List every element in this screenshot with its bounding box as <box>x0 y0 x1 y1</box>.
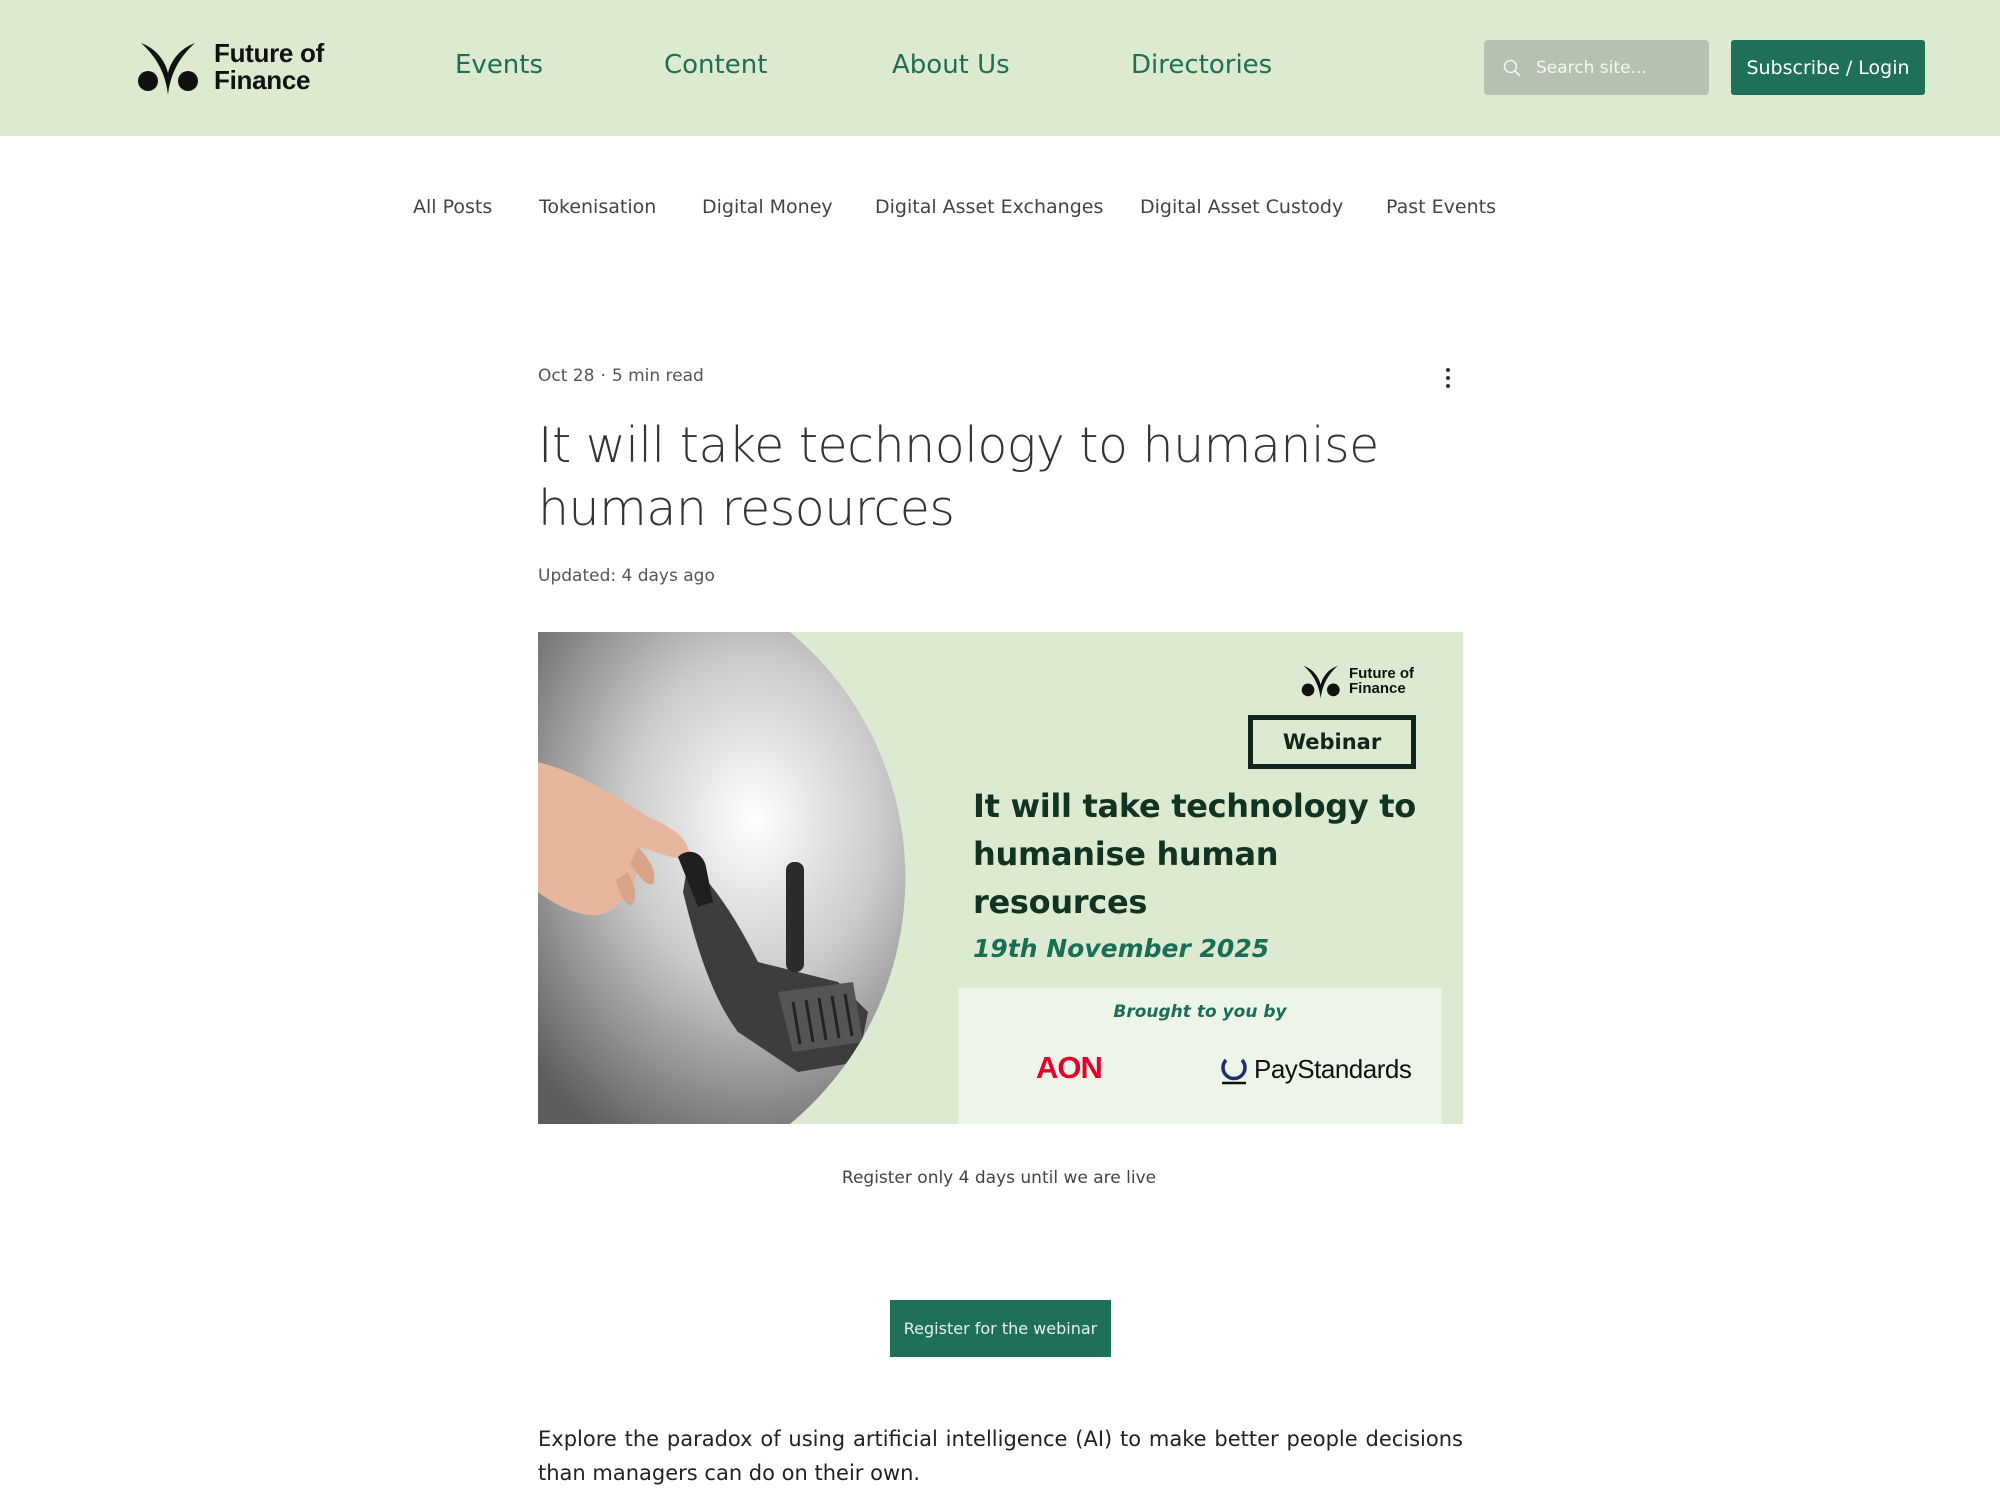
intro-paragraph: Explore the paradox of using artificial … <box>538 1427 1463 1485</box>
aon-logo: AON <box>1036 1050 1103 1085</box>
nav-content[interactable]: Content <box>664 50 767 80</box>
nav-events[interactable]: Events <box>455 50 543 80</box>
banner-date: 19th November 2025 <box>973 934 1270 963</box>
paystandards-name: PayStandards <box>1254 1054 1412 1084</box>
paystandards-ring-icon <box>1221 1058 1247 1084</box>
category-tokenisation[interactable]: Tokenisation <box>539 196 656 218</box>
banner-logo: Future of Finance <box>1301 662 1414 700</box>
category-nav: All Posts Tokenisation Digital Money Dig… <box>0 196 2000 226</box>
meta-separator: · <box>600 366 606 386</box>
brought-by-label: Brought to you by <box>1113 1002 1287 1022</box>
brand-name: Future of Finance <box>214 40 324 94</box>
paystandards-logo: PayStandards <box>1220 1054 1412 1085</box>
webinar-tag: Webinar <box>1248 715 1416 769</box>
post-title: It will take technology to humanise huma… <box>538 417 1379 537</box>
category-past-events[interactable]: Past Events <box>1386 196 1496 218</box>
search-box[interactable] <box>1484 40 1709 95</box>
category-digital-asset-exchanges[interactable]: Digital Asset Exchanges <box>875 196 1103 218</box>
banner-title: It will take technology to humanise huma… <box>973 787 1416 921</box>
webinar-banner-image: Future of Finance Webinar It will take t… <box>538 632 1463 1124</box>
post-meta: Oct 28 · 5 min read <box>538 366 704 386</box>
post-date: Oct 28 <box>538 366 595 386</box>
site-header: Future of Finance Events Content About U… <box>0 0 2000 136</box>
brand-line-1: Future of <box>214 38 324 68</box>
banner-logo-line-2: Finance <box>1349 680 1406 697</box>
category-digital-asset-custody[interactable]: Digital Asset Custody <box>1140 196 1343 218</box>
butterfly-logo-icon <box>138 43 198 95</box>
category-digital-money[interactable]: Digital Money <box>702 196 833 218</box>
banner-logo-line-1: Future of <box>1349 665 1414 682</box>
robot-human-hands-photo <box>538 632 906 1124</box>
more-options-icon[interactable] <box>1436 364 1460 392</box>
subscribe-login-button[interactable]: Subscribe / Login <box>1731 40 1925 95</box>
brand-line-2: Finance <box>214 65 311 95</box>
search-icon <box>1503 59 1521 77</box>
post-updated: Updated: 4 days ago <box>538 566 715 586</box>
nav-directories[interactable]: Directories <box>1131 50 1272 80</box>
register-note: Register only 4 days until we are live <box>841 1168 1157 1188</box>
nav-about-us[interactable]: About Us <box>892 50 1010 80</box>
post-read-time: 5 min read <box>611 366 704 386</box>
search-input[interactable] <box>1536 57 1706 78</box>
register-webinar-button[interactable]: Register for the webinar <box>890 1300 1111 1357</box>
butterfly-logo-icon <box>1301 665 1340 699</box>
category-all-posts[interactable]: All Posts <box>413 196 492 218</box>
site-logo[interactable]: Future of Finance <box>137 37 324 97</box>
sponsor-box: Brought to you by AON PayStandards <box>958 988 1442 1124</box>
